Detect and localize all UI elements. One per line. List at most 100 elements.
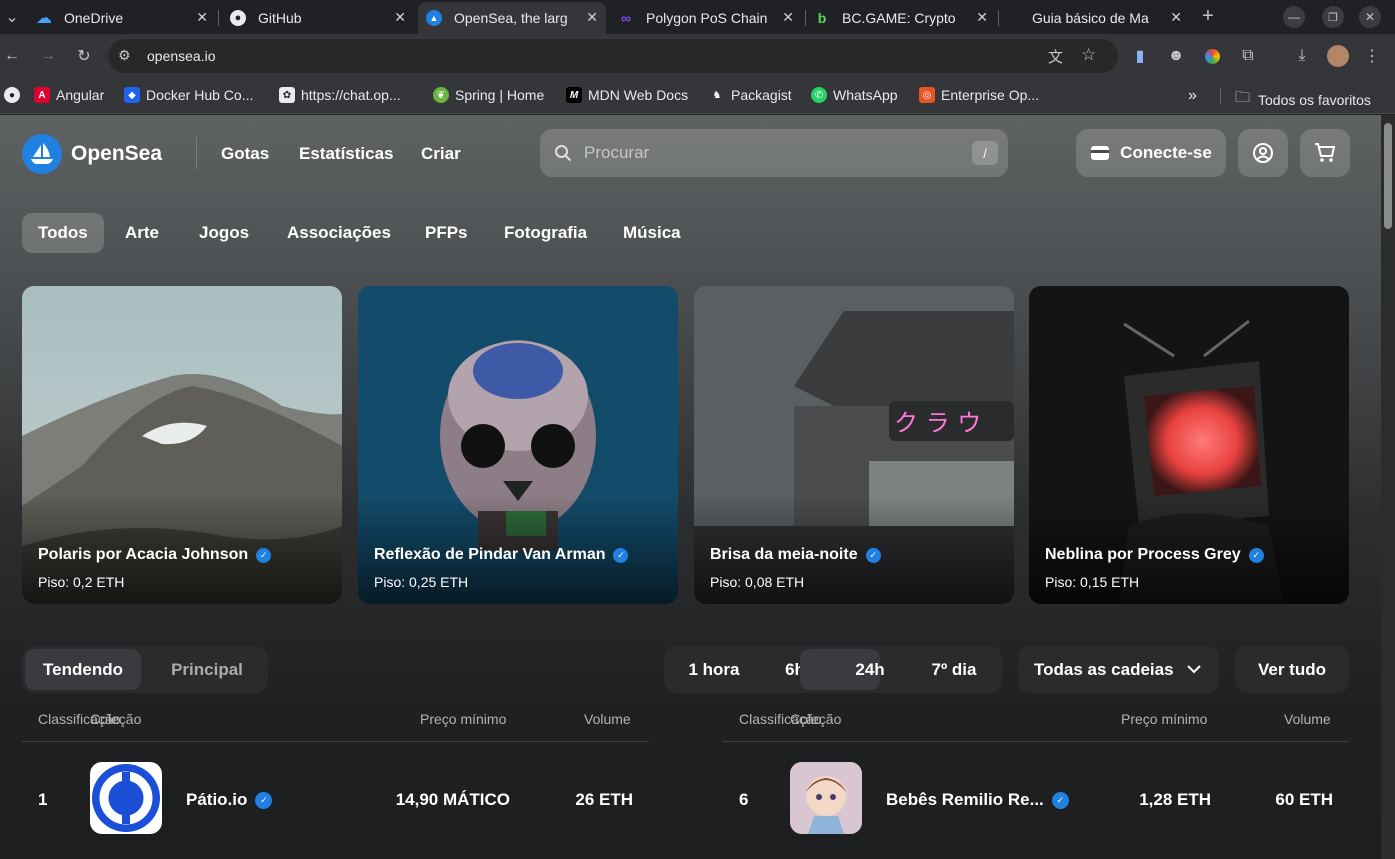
reload-icon[interactable]: ↻ [72,44,96,68]
patio-logo-image [90,762,162,834]
restore-icon[interactable]: ❐ [1321,5,1345,29]
featured-card-polaris[interactable]: Polaris por Acacia Johnson ✓ Piso: 0,2 ET… [22,286,342,604]
bookmark-packagist[interactable]: ♞ Packagist [709,87,792,103]
opensea-logo[interactable]: OpenSea [22,134,162,174]
profile-button[interactable] [1238,129,1288,177]
opensea-icon: ▲ [426,10,442,26]
tab-polygon[interactable]: ∞ Polygon PoS Chain ✕ [610,2,802,34]
nav-estatisticas[interactable]: Estatísticas [299,144,394,164]
nav-gotas[interactable]: Gotas [221,144,269,164]
close-tab-icon[interactable]: ✕ [782,9,794,26]
bookmark-enterprise[interactable]: ◎ Enterprise Op... [919,87,1039,103]
tab-guia[interactable]: Guia básico de Ma ✕ [1000,2,1190,34]
cart-button[interactable] [1300,129,1350,177]
column-volume: Volume [1284,711,1331,727]
column-volume: Volume [584,711,631,727]
address-bar[interactable]: ⚙ opensea.io 文 ☆ [108,39,1118,73]
time-1h[interactable]: 1 hora [668,649,760,690]
card-title: Neblina por Process Grey ✓ [1045,546,1264,564]
browser-toolbar: ← → ↻ ⚙ opensea.io 文 ☆ ▮ ☻ ⧉ ⤓ ⋮ [0,34,1395,78]
scrollbar-thumb[interactable] [1384,123,1392,229]
bookmark-angular[interactable]: A Angular [34,87,104,103]
connect-wallet-button[interactable]: Conecte-se [1076,129,1226,177]
extensions-puzzle-icon[interactable]: ⧉ [1236,44,1260,68]
page-scrollbar[interactable] [1381,115,1395,859]
forward-icon[interactable]: → [36,44,60,68]
new-tab-icon[interactable]: + [1196,4,1220,28]
verified-badge-icon: ✓ [1051,791,1069,809]
featured-card-brisa[interactable]: ク ラ ウ Brisa da meia-noite ✓ Piso: 0,08 ET… [694,286,1014,604]
tab-principal[interactable]: Principal [149,649,265,690]
see-all-button[interactable]: Ver tudo [1235,646,1349,693]
column-collection: Coleção [790,711,842,727]
minimize-icon[interactable]: — [1282,5,1306,29]
mdn-icon: M [566,87,582,103]
tab-title: Polygon PoS Chain [646,10,768,26]
search-input[interactable]: Procurar / [540,129,1008,177]
close-tab-icon[interactable]: ✕ [586,9,598,26]
bookmark-spring[interactable]: ❦ Spring | Home [433,87,544,103]
extension-ghost-icon[interactable]: ☻ [1164,44,1188,68]
close-tab-icon[interactable]: ✕ [1170,9,1182,26]
time-24h[interactable]: 24h [800,649,885,690]
card-title: Polaris por Acacia Johnson ✓ [38,546,272,564]
onedrive-icon: ☁ [36,10,52,27]
bcgame-icon: b [817,10,827,26]
verified-badge-icon: ✓ [255,791,273,809]
category-associacoes[interactable]: Associações [271,213,407,253]
card-floor-price: Piso: 0,2 ETH [38,574,125,590]
bookmark-mdn[interactable]: M MDN Web Docs [566,87,688,103]
downloads-icon[interactable]: ⤓ [1290,44,1314,68]
row-rank: 6 [739,790,749,809]
extension-docs-icon[interactable]: ▮ [1128,44,1152,68]
category-todos[interactable]: Todos [22,213,104,253]
tab-onedrive[interactable]: ☁ OneDrive ✕ [28,2,216,34]
category-arte[interactable]: Arte [109,213,175,253]
extension-color-icon[interactable] [1200,44,1224,68]
close-tab-icon[interactable]: ✕ [976,9,988,26]
profile-avatar[interactable] [1326,44,1350,68]
ubuntu-icon: ◎ [919,87,935,103]
close-tab-icon[interactable]: ✕ [196,9,208,26]
bookmark-docker[interactable]: ◆ Docker Hub Co... [124,87,253,103]
tab-strip: ⌄ ☁ OneDrive ✕ ● GitHub ✕ ▲ OpenSea, the… [0,0,1395,34]
close-window-icon[interactable]: ✕ [1358,5,1382,29]
chain-filter-dropdown[interactable]: Todas as cadeias [1018,646,1219,693]
tab-github[interactable]: ● GitHub ✕ [222,2,414,34]
nav-criar[interactable]: Criar [421,144,461,164]
category-jogos[interactable]: Jogos [183,213,265,253]
time-7d[interactable]: 7º dia [914,649,994,690]
tab-title: OpenSea, the larg [454,10,568,26]
row-floor-price: 14,90 MÁTICO [395,790,510,809]
category-pfps[interactable]: PFPs [409,213,484,253]
svg-text:ク ラ ウ: ク ラ ウ [894,409,981,437]
bookmarks-bar: ● A Angular ◆ Docker Hub Co... ✿ https://ch… [0,78,1395,114]
tab-tendendo[interactable]: Tendendo [25,649,141,690]
category-musica[interactable]: Música [607,213,697,253]
search-placeholder: Procurar [584,143,650,162]
featured-card-neblina[interactable]: Neblina por Process Grey ✓ Piso: 0,15 ETH [1029,286,1349,604]
tab-search-chevron-icon[interactable]: ⌄ [0,5,24,29]
verified-badge-icon: ✓ [613,547,629,563]
wallet-icon [1091,146,1110,160]
tab-bcgame[interactable]: b BC.GAME: Crypto ✕ [806,2,996,34]
column-floor: Preço mínimo [1121,711,1208,727]
back-icon[interactable]: ← [0,44,24,68]
all-bookmarks-folder[interactable]: 🗀 Todos os favoritos [1235,87,1371,112]
featured-card-reflexao[interactable]: Reflexão de Pindar Van Arman ✓ Piso: 0,25… [358,286,678,604]
logo-text: OpenSea [71,142,163,165]
bookmark-whatsapp[interactable]: ✆ WhatsApp [811,87,898,103]
category-fotografia[interactable]: Fotografia [488,213,603,253]
bookmark-star-icon[interactable]: ☆ [1081,45,1096,65]
bookmarks-overflow[interactable]: » [1188,87,1197,105]
chrome-menu-icon[interactable]: ⋮ [1360,44,1384,68]
tab-title: BC.GAME: Crypto [842,10,956,26]
tab-title: OneDrive [64,10,124,26]
bookmarks-apps-icon[interactable]: ● [4,87,26,103]
site-settings-icon[interactable]: ⚙ [118,47,131,64]
bookmark-chat[interactable]: ✿ https://chat.op... [279,87,401,103]
translate-icon[interactable]: 文 [1048,46,1063,67]
column-floor: Preço mínimo [420,711,507,727]
close-tab-icon[interactable]: ✕ [394,9,406,26]
tab-opensea[interactable]: ▲ OpenSea, the larg ✕ [418,2,606,34]
